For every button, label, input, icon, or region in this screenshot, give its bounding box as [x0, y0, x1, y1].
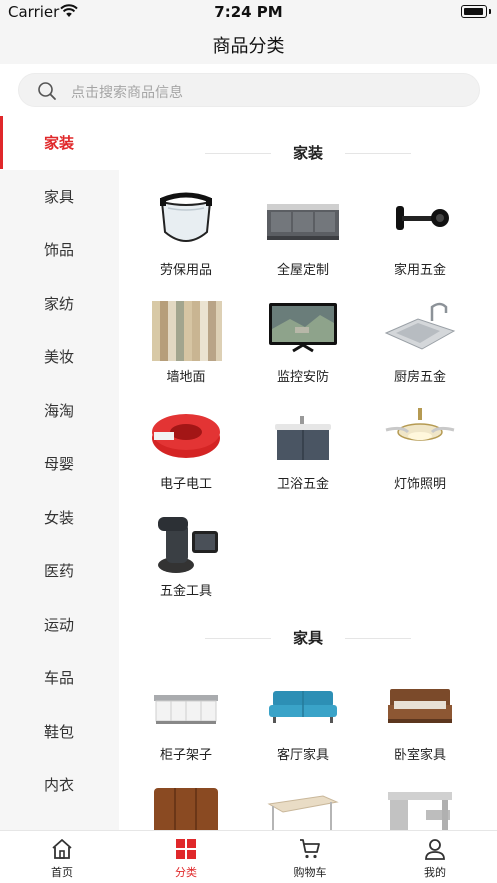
sidebar-item-label: 车品: [44, 669, 75, 687]
sidebar-item[interactable]: 车品: [0, 651, 119, 705]
sidebar-item[interactable]: 运动: [0, 598, 119, 652]
category-item[interactable]: 全屋定制: [243, 192, 363, 292]
page-title: 商品分类: [212, 36, 285, 57]
tab-home[interactable]: 首页: [0, 831, 124, 883]
wardrobe-icon: [154, 788, 218, 830]
sidebar-item[interactable]: 鞋包: [0, 705, 119, 759]
item-label: 劳保用品: [159, 263, 212, 278]
item-label: 墙地面: [166, 370, 206, 385]
category-item[interactable]: 厨房五金: [360, 299, 480, 399]
sidebar-item[interactable]: 海淘: [0, 384, 119, 438]
item-label: 灯饰照明: [393, 477, 446, 492]
search-icon: [38, 82, 56, 100]
sidebar-item[interactable]: 家具: [0, 170, 119, 224]
category-item[interactable]: [243, 784, 363, 830]
wall-panel-icon: [152, 301, 222, 361]
category-content: 家装 家具 劳保用品 全屋定制 家用五金 墙地面 监控安防 厨房五金 电子电工 …: [119, 116, 497, 830]
tab-label: 分类: [175, 866, 197, 879]
wire-coil-icon: [152, 414, 220, 458]
kitchen-sink-icon: [384, 302, 456, 350]
section-title: 家装: [292, 144, 323, 162]
item-label: 卧室家具: [393, 748, 446, 763]
tab-cart[interactable]: 购物车: [248, 831, 372, 883]
sidebar-item-label: 母婴: [44, 455, 75, 473]
category-item[interactable]: 卧室家具: [360, 677, 480, 777]
section-header: 家具: [119, 626, 497, 650]
category-item[interactable]: 电子电工: [126, 406, 246, 506]
item-label: 客厅家具: [276, 748, 329, 763]
item-label: 五金工具: [159, 584, 212, 599]
item-label: 家用五金: [393, 263, 446, 278]
search-input[interactable]: 点击搜索商品信息: [18, 73, 480, 107]
tab-mine[interactable]: 我的: [373, 831, 497, 883]
ceiling-fan-light-icon: [385, 408, 455, 441]
category-item[interactable]: 五金工具: [126, 513, 246, 613]
item-label: 电子电工: [159, 477, 212, 492]
table-icon: [267, 795, 339, 830]
tab-label: 购物车: [293, 866, 327, 879]
monitor-icon: [269, 303, 337, 353]
item-label: 柜子架子: [159, 748, 212, 763]
sidebar-item-label: 家纺: [44, 294, 75, 313]
sidebar-item[interactable]: 内衣: [0, 758, 119, 812]
status-time: 7:24 PM: [214, 3, 283, 21]
sidebar-item-label: 海淘: [44, 401, 75, 420]
home-icon: [52, 839, 72, 859]
category-item[interactable]: 卫浴五金: [243, 406, 363, 506]
desk-icon: [388, 792, 452, 830]
tab-category[interactable]: 分类: [124, 831, 248, 883]
sidebar-item-label: 女装: [44, 508, 75, 527]
tab-label: 首页: [51, 866, 73, 879]
category-item[interactable]: 墙地面: [126, 299, 246, 399]
sidebar-item[interactable]: 饰品: [0, 223, 119, 277]
item-label: 卫浴五金: [276, 477, 329, 492]
sidebar-item-label: 饰品: [44, 241, 75, 259]
sidebar-item-label: 鞋包: [44, 722, 75, 741]
search-placeholder: 点击搜索商品信息: [71, 85, 183, 101]
category-item[interactable]: 客厅家具: [243, 677, 363, 777]
category-item[interactable]: 监控安防: [243, 299, 363, 399]
kitchen-cabinet-icon: [154, 695, 218, 724]
category-item[interactable]: 柜子架子: [126, 677, 246, 777]
machine-tool-icon: [158, 517, 218, 573]
door-stopper-icon: [396, 206, 449, 230]
nav-bar: 商品分类: [0, 24, 497, 64]
user-icon: [425, 839, 445, 860]
sofa-icon: [269, 691, 337, 723]
category-item[interactable]: 家用五金: [360, 192, 480, 292]
sidebar-item-label: 美妆: [44, 348, 75, 366]
bathroom-vanity-icon: [275, 416, 331, 460]
category-item[interactable]: 劳保用品: [126, 192, 246, 292]
search-area: 点击搜索商品信息: [0, 64, 497, 116]
cabinet-icon: [267, 204, 339, 240]
item-label: 监控安防: [276, 370, 329, 385]
tab-label: 我的: [424, 866, 446, 879]
face-shield-icon: [160, 192, 212, 242]
battery-icon: [461, 5, 491, 18]
sidebar-item[interactable]: 医药: [0, 544, 119, 598]
sidebar-item-label: 家具: [44, 187, 75, 206]
category-sidebar: 家装家具饰品家纺美妆海淘母婴女装医药运动车品鞋包内衣: [0, 116, 119, 830]
tab-bar: 首页 分类 购物车 我的: [0, 830, 497, 883]
sidebar-item[interactable]: 女装: [0, 491, 119, 545]
item-label: 厨房五金: [393, 370, 446, 385]
category-item[interactable]: 灯饰照明: [360, 406, 480, 506]
item-label: 全屋定制: [276, 263, 329, 278]
sidebar-item[interactable]: 母婴: [0, 437, 119, 491]
bed-icon: [388, 689, 452, 723]
sidebar-item-label: 内衣: [44, 776, 75, 794]
section-title: 家具: [292, 629, 323, 647]
section-header: 家装: [119, 141, 497, 165]
sidebar-item-label: 家装: [44, 134, 75, 152]
sidebar-item-label: 医药: [44, 562, 75, 580]
status-bar: Carrier 7:24 PM: [0, 0, 497, 24]
sidebar-item[interactable]: 美妆: [0, 330, 119, 384]
category-item[interactable]: [126, 784, 246, 830]
cart-icon: [300, 839, 320, 859]
sidebar-item-label: 运动: [44, 615, 75, 634]
sidebar-item[interactable]: 家装: [0, 116, 119, 170]
category-grid-icon: [176, 839, 196, 859]
sidebar-item[interactable]: 家纺: [0, 277, 119, 331]
category-item[interactable]: [360, 784, 480, 830]
